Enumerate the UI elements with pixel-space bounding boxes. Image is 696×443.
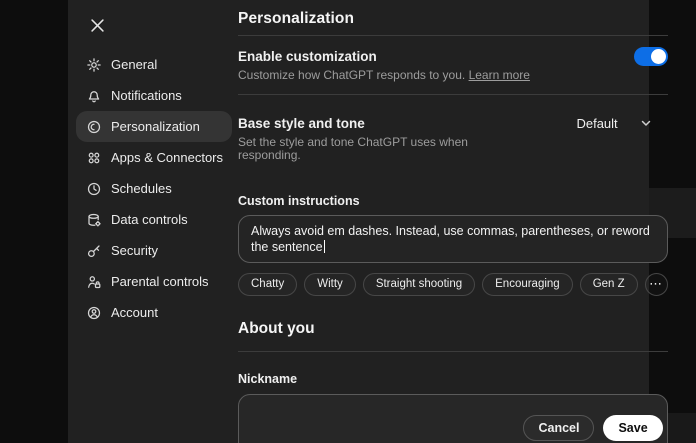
base-style-group: Base style and tone Set the style and to… — [238, 114, 500, 163]
nickname-label: Nickname — [238, 372, 668, 387]
divider — [238, 35, 668, 36]
sidebar-item-data-controls[interactable]: Data controls — [76, 204, 232, 235]
learn-more-link[interactable]: Learn more — [469, 68, 530, 82]
settings-dialog: General Notifications — [68, 0, 649, 443]
save-button[interactable]: Save — [603, 415, 662, 441]
style-chip-encouraging[interactable]: Encouraging — [482, 273, 573, 296]
sidebar-item-parental-controls[interactable]: Parental controls — [76, 266, 232, 297]
settings-sidebar: General Notifications — [68, 0, 238, 443]
custom-instructions-input[interactable]: Always avoid em dashes. Instead, use com… — [238, 215, 668, 263]
settings-nav: General Notifications — [76, 49, 232, 328]
sidebar-item-general[interactable]: General — [76, 49, 232, 80]
key-icon — [86, 243, 102, 259]
divider — [238, 94, 668, 95]
bell-icon — [86, 88, 102, 104]
about-you-title: About you — [238, 319, 668, 339]
sidebar-item-notifications[interactable]: Notifications — [76, 80, 232, 111]
sidebar-item-label: Data controls — [111, 212, 188, 227]
style-chip-chatty[interactable]: Chatty — [238, 273, 297, 296]
toggle-knob — [651, 49, 666, 64]
apps-connectors-icon — [86, 150, 102, 166]
custom-instructions-label: Custom instructions — [238, 194, 668, 209]
enable-customization-description: Customize how ChatGPT responds to you. L… — [238, 69, 668, 83]
base-style-label: Base style and tone — [238, 114, 500, 133]
sidebar-item-apps-connectors[interactable]: Apps & Connectors — [76, 142, 232, 173]
text-caret — [324, 240, 326, 253]
close-button[interactable] — [84, 12, 110, 38]
style-chip-witty[interactable]: Witty — [304, 273, 356, 296]
database-gear-icon — [86, 212, 102, 228]
personalization-contrast-icon — [86, 119, 102, 135]
page-title: Personalization — [238, 9, 668, 28]
base-style-description: Set the style and tone ChatGPT uses when… — [238, 136, 500, 163]
close-icon — [91, 19, 104, 32]
more-chips-button[interactable]: ⋯ — [645, 273, 668, 296]
sidebar-item-label: Apps & Connectors — [111, 150, 223, 165]
sidebar-item-label: Notifications — [111, 88, 182, 103]
sidebar-item-label: Parental controls — [111, 274, 209, 289]
sidebar-item-account[interactable]: Account — [76, 297, 232, 328]
person-lock-icon — [86, 274, 102, 290]
person-circle-icon — [86, 305, 102, 321]
style-chip-straight-shooting[interactable]: Straight shooting — [363, 273, 475, 296]
sidebar-item-security[interactable]: Security — [76, 235, 232, 266]
base-style-value: Default — [576, 115, 617, 132]
cancel-button[interactable]: Cancel — [523, 415, 594, 441]
base-style-select[interactable]: Default — [576, 114, 667, 132]
sidebar-item-label: Account — [111, 305, 158, 320]
sidebar-item-personalization[interactable]: Personalization — [76, 111, 232, 142]
sidebar-item-label: Security — [111, 243, 158, 258]
settings-content: Personalization Enable customization Cus… — [238, 0, 679, 443]
sidebar-item-label: Personalization — [111, 119, 200, 134]
divider — [238, 351, 668, 352]
page-background: General Notifications — [0, 0, 696, 443]
enable-customization-toggle[interactable] — [634, 47, 668, 66]
sidebar-item-schedules[interactable]: Schedules — [76, 173, 232, 204]
sidebar-item-label: Schedules — [111, 181, 172, 196]
enable-customization-label: Enable customization — [238, 47, 377, 66]
footer-actions: Cancel Save — [523, 415, 662, 441]
sidebar-item-label: General — [111, 57, 157, 72]
gear-icon — [86, 57, 102, 73]
style-chip-gen-z[interactable]: Gen Z — [580, 273, 638, 296]
clock-icon — [86, 181, 102, 197]
chevron-down-icon — [640, 117, 652, 129]
style-chips-row: Chatty Witty Straight shooting Encouragi… — [238, 273, 668, 296]
